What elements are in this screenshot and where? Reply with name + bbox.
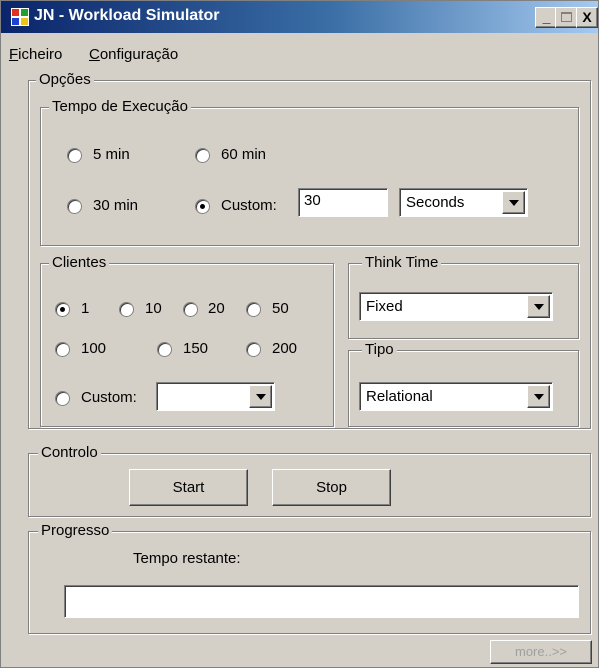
time-unit-select[interactable]: Seconds xyxy=(399,188,528,217)
stop-button[interactable]: Stop xyxy=(272,469,391,506)
type-select[interactable]: Relational xyxy=(359,382,553,411)
maximize-icon xyxy=(561,12,572,22)
close-button[interactable]: X xyxy=(576,7,598,28)
radio-clients-200[interactable] xyxy=(246,342,261,357)
maximize-button[interactable] xyxy=(555,7,578,28)
radio-clients-20-label: 20 xyxy=(208,300,225,317)
execution-time-group xyxy=(40,107,579,246)
radio-clients-custom-label: Custom: xyxy=(81,389,137,406)
radio-clients-20[interactable] xyxy=(183,302,198,317)
radio-clients-150-label: 150 xyxy=(183,340,209,357)
execution-time-custom-input[interactable]: 30 xyxy=(298,188,388,217)
think-time-dropdown-button[interactable] xyxy=(527,295,550,318)
more-button[interactable]: more..>> xyxy=(490,640,592,664)
time-unit-value: Seconds xyxy=(406,194,465,211)
control-legend: Controlo xyxy=(38,444,101,462)
radio-30min[interactable] xyxy=(67,199,82,214)
radio-clients-50[interactable] xyxy=(246,302,261,317)
radio-clients-1[interactable] xyxy=(55,302,70,317)
radio-exec-custom[interactable] xyxy=(195,199,210,214)
progress-bar xyxy=(64,585,579,618)
window-title: JN - Workload Simulator xyxy=(34,7,220,24)
think-time-select[interactable]: Fixed xyxy=(359,292,553,321)
clients-legend: Clientes xyxy=(49,254,110,272)
remaining-time-label: Tempo restante: xyxy=(133,550,241,567)
radio-5min[interactable] xyxy=(67,148,82,163)
radio-60min-label: 60 min xyxy=(221,146,267,163)
radio-clients-10[interactable] xyxy=(119,302,134,317)
radio-clients-100[interactable] xyxy=(55,342,70,357)
radio-clients-1-label: 1 xyxy=(81,300,90,317)
radio-30min-label: 30 min xyxy=(93,197,139,214)
options-legend: Opções xyxy=(36,71,94,89)
radio-5min-label: 5 min xyxy=(93,146,130,163)
clients-custom-select[interactable] xyxy=(156,382,275,411)
type-legend: Tipo xyxy=(362,341,397,359)
close-icon: X xyxy=(582,9,592,25)
type-value: Relational xyxy=(366,388,433,405)
clients-custom-dropdown-button[interactable] xyxy=(249,385,272,408)
menu-ficheiro[interactable]: Ficheiro xyxy=(9,46,62,63)
think-time-legend: Think Time xyxy=(362,254,442,272)
progress-group xyxy=(28,531,591,634)
app-icon xyxy=(11,8,29,26)
minimize-icon: _ xyxy=(542,9,551,25)
time-unit-dropdown-button[interactable] xyxy=(502,191,525,214)
progress-legend: Progresso xyxy=(38,522,113,540)
radio-clients-200-label: 200 xyxy=(272,340,298,357)
start-button[interactable]: Start xyxy=(129,469,248,506)
radio-clients-custom[interactable] xyxy=(55,391,70,406)
radio-clients-150[interactable] xyxy=(157,342,172,357)
radio-60min[interactable] xyxy=(195,148,210,163)
menu-configuracao[interactable]: Configuração xyxy=(89,46,178,63)
radio-exec-custom-label: Custom: xyxy=(221,197,277,214)
execution-time-legend: Tempo de Execução xyxy=(49,98,191,116)
type-dropdown-button[interactable] xyxy=(527,385,550,408)
radio-clients-100-label: 100 xyxy=(81,340,107,357)
think-time-value: Fixed xyxy=(366,298,403,315)
radio-clients-10-label: 10 xyxy=(145,300,162,317)
radio-clients-50-label: 50 xyxy=(272,300,289,317)
